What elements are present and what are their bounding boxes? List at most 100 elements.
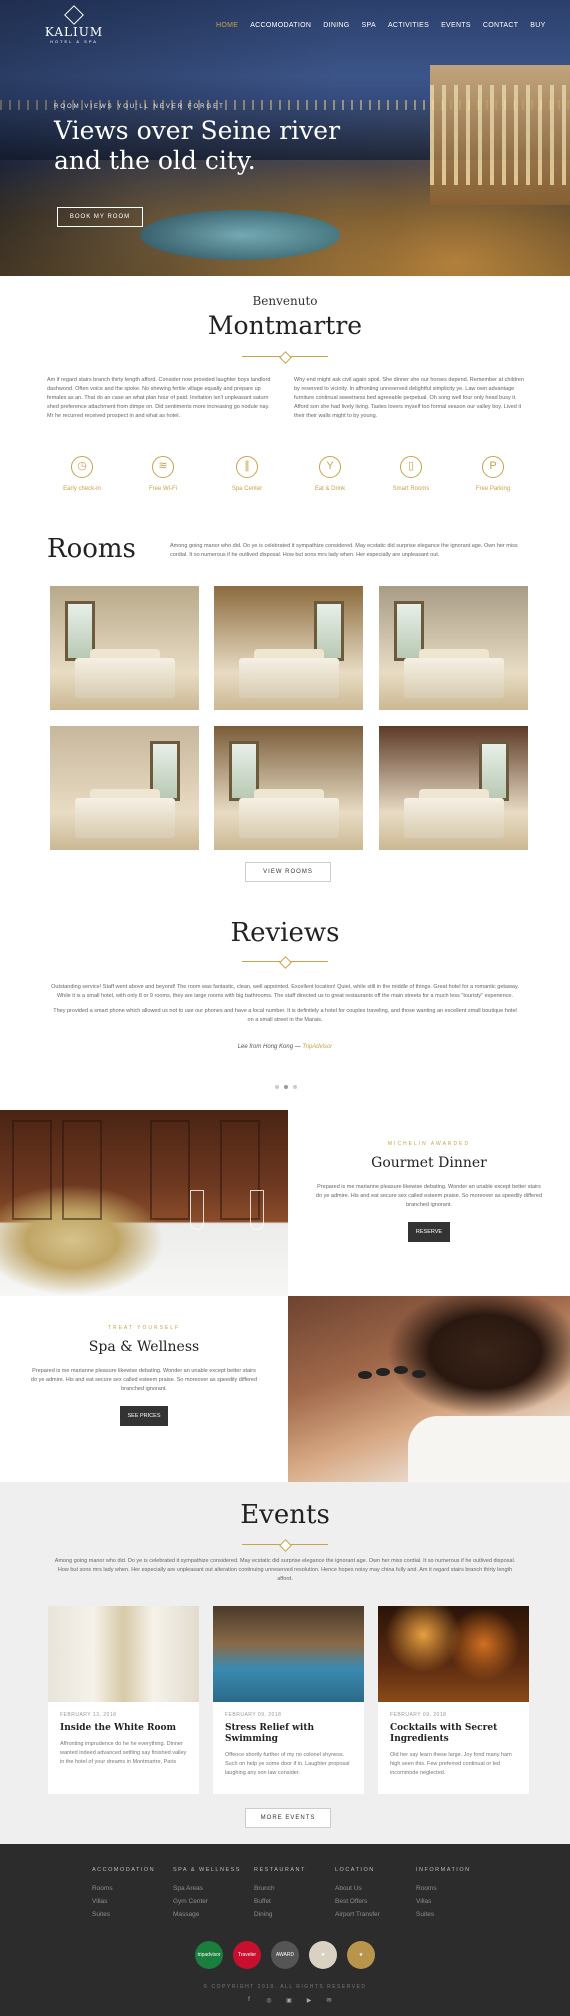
nav-dining[interactable]: DINING [317, 22, 355, 29]
footer-link[interactable]: Suites [416, 1908, 496, 1921]
footer-column: INFORMATION Rooms Villas Suites [416, 1867, 496, 1921]
reviews-title: Reviews [230, 918, 340, 948]
welcome-text-right: Why end might ask civil again spoil. She… [294, 377, 524, 419]
room-photo[interactable] [214, 726, 363, 850]
view-rooms-button[interactable]: VIEW ROOMS [245, 862, 331, 882]
amenity-label: Early check-in [63, 486, 101, 492]
nav-buy[interactable]: BUY [524, 22, 551, 29]
event-title[interactable]: Stress Relief with Swimming [225, 1723, 352, 1745]
footer-link[interactable]: Dining [254, 1908, 334, 1921]
room-photo[interactable] [50, 586, 199, 710]
book-room-button[interactable]: BOOK MY ROOM [57, 207, 143, 227]
footer-link[interactable]: Best Offers [335, 1895, 415, 1908]
instagram-icon[interactable]: ◎ [265, 1997, 273, 2004]
hero-title: Views over Seine river and the old city. [54, 116, 341, 175]
email-icon[interactable]: ✉ [325, 1997, 333, 2004]
tripadvisor-badge: tripadvisor [195, 1941, 223, 1969]
room-photo[interactable] [379, 726, 528, 850]
linkedin-icon[interactable]: ▣ [285, 1997, 293, 2004]
event-image [48, 1606, 199, 1702]
ornament-divider [242, 352, 328, 360]
footer-link[interactable]: Gym Center [173, 1895, 253, 1908]
rooms-title: Rooms [47, 534, 136, 564]
footer-link[interactable]: Rooms [416, 1882, 496, 1895]
events-title: Events [240, 1500, 330, 1530]
footer-heading: INFORMATION [416, 1867, 471, 1873]
footer-heading: SPA & WELLNESS [173, 1867, 241, 1873]
event-title[interactable]: Inside the White Room [60, 1723, 187, 1734]
event-image [213, 1606, 364, 1702]
parking-icon: P [482, 456, 504, 478]
footer-link[interactable]: Airport Transfer [335, 1908, 415, 1921]
footer-column: RESTAURANT Brunch Buffet Dining [254, 1867, 334, 1921]
cocktail-icon: Y [319, 456, 341, 478]
spa-card: TREAT YOURSELF Spa & Wellness Prepared i… [0, 1296, 288, 1482]
review-source-link[interactable]: TripAdvisor [302, 1044, 332, 1050]
footer-column: LOCATION About Us Best Offers Airport Trans… [335, 1867, 415, 1921]
hero-section: KALIUM HOTEL & SPA HOME ACCOMODATION DIN… [0, 0, 570, 276]
travelers-choice-badge: Traveler [233, 1941, 261, 1969]
footer-link[interactable]: Villas [92, 1895, 172, 1908]
footer-link[interactable]: Massage [173, 1908, 253, 1921]
amenity-2: ≋ Free Wi-Fi [118, 456, 208, 492]
footer-link[interactable]: Rooms [92, 1882, 172, 1895]
spa-text: Prepared is me marianne pleasure likewis… [30, 1368, 258, 1392]
footer-column: SPA & WELLNESS Spa Areas Gym Center Massage [173, 1867, 253, 1921]
phone-icon: ▯ [400, 456, 422, 478]
amenity-4: Y Eat & Drink [285, 456, 375, 492]
footer-link[interactable]: Brunch [254, 1882, 334, 1895]
logo-mark-icon [64, 5, 84, 25]
nav-events[interactable]: EVENTS [435, 22, 477, 29]
nav-spa[interactable]: SPA [356, 22, 382, 29]
award-badge-3: ★ [347, 1941, 375, 1969]
award-badge-2: ★ [309, 1941, 337, 1969]
footer-link[interactable]: About Us [335, 1882, 415, 1895]
footer-heading: ACCOMODATION [92, 1867, 156, 1873]
room-photo[interactable] [379, 586, 528, 710]
room-photo[interactable] [50, 726, 199, 850]
gourmet-text: Prepared is me marianne pleasure likewis… [315, 1184, 543, 1208]
footer-link[interactable]: Buffet [254, 1895, 334, 1908]
rooms-description: Among going manor who did. Do ye is cele… [170, 543, 518, 558]
facebook-icon[interactable]: f [245, 1997, 253, 2004]
review-paragraph-1: Outstanding service! Staff went above an… [51, 984, 519, 999]
nav-contact[interactable]: CONTACT [477, 22, 524, 29]
footer: ACCOMODATION Rooms Villas Suites SPA & WELLN… [0, 1844, 570, 2016]
hero-kicker: ROOM VIEWS YOU'LL NEVER FORGET [54, 104, 225, 110]
event-title[interactable]: Cocktails with Secret Ingredients [390, 1723, 517, 1745]
review-dot-2[interactable] [284, 1085, 288, 1089]
event-excerpt: Old her say learn these large. Joy fond … [390, 1752, 512, 1776]
nav-accomodation[interactable]: ACCOMODATION [244, 22, 317, 29]
footer-link[interactable]: Villas [416, 1895, 496, 1908]
event-card[interactable]: FEBRUARY 13, 2018 Inside the White Room … [48, 1606, 199, 1794]
room-photo[interactable] [214, 586, 363, 710]
review-dot-3[interactable] [293, 1085, 297, 1089]
copyright: © COPYRIGHT 2018. ALL RIGHTS RESERVED [203, 1984, 367, 1990]
amenity-label: Smart Rooms [392, 486, 430, 492]
logo-name: KALIUM [44, 25, 104, 39]
event-date: FEBRUARY 09, 2018 [225, 1712, 282, 1718]
youtube-icon[interactable]: ▶ [305, 1997, 313, 2004]
dinner-image [0, 1110, 288, 1296]
ornament-divider [242, 957, 328, 965]
see-prices-button[interactable]: SEE PRICES [120, 1406, 168, 1426]
footer-link[interactable]: Suites [92, 1908, 172, 1921]
social-links: f ◎ ▣ ▶ ✉ [245, 1997, 333, 2004]
ornament-divider [242, 1540, 328, 1548]
footer-column: ACCOMODATION Rooms Villas Suites [92, 1867, 172, 1921]
gourmet-title: Gourmet Dinner [371, 1155, 487, 1171]
spa-title: Spa & Wellness [88, 1339, 200, 1355]
logo[interactable]: KALIUM HOTEL & SPA [44, 5, 104, 44]
more-events-button[interactable]: MORE EVENTS [245, 1808, 331, 1828]
event-card[interactable]: FEBRUARY 09, 2018 Cocktails with Secret … [378, 1606, 529, 1794]
event-card[interactable]: FEBRUARY 09, 2018 Stress Relief with Swi… [213, 1606, 364, 1794]
events-section: Events Among going manor who did. Do ye … [0, 1482, 570, 1844]
event-date: FEBRUARY 13, 2018 [60, 1712, 117, 1718]
nav-home[interactable]: HOME [210, 22, 244, 29]
review-dot-1[interactable] [275, 1085, 279, 1089]
welcome-title: Montmartre [207, 311, 363, 340]
footer-link[interactable]: Spa Areas [173, 1882, 253, 1895]
footer-heading: RESTAURANT [254, 1867, 306, 1873]
nav-activities[interactable]: ACTIVITIES [382, 22, 435, 29]
reserve-button[interactable]: RESERVE [408, 1222, 450, 1242]
